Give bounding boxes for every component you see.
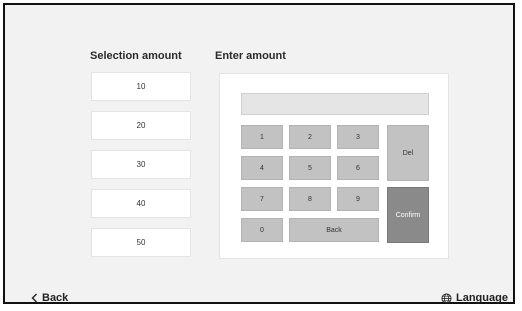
key-8[interactable]: 8 <box>289 187 331 211</box>
key-del[interactable]: Del <box>387 125 429 181</box>
key-1[interactable]: 1 <box>241 125 283 149</box>
key-3[interactable]: 3 <box>337 125 379 149</box>
key-9[interactable]: 9 <box>337 187 379 211</box>
amount-button-40[interactable]: 40 <box>91 189 191 218</box>
amount-button-10[interactable]: 10 <box>91 72 191 101</box>
key-5[interactable]: 5 <box>289 156 331 180</box>
key-back[interactable]: Back <box>289 218 379 242</box>
amount-button-50[interactable]: 50 <box>91 228 191 257</box>
language-button[interactable]: Language <box>441 292 508 304</box>
key-confirm[interactable]: Confirm <box>387 187 429 243</box>
amount-button-30[interactable]: 30 <box>91 150 191 179</box>
chevron-left-icon <box>31 293 38 303</box>
key-6[interactable]: 6 <box>337 156 379 180</box>
key-2[interactable]: 2 <box>289 125 331 149</box>
amount-display[interactable] <box>241 93 429 115</box>
globe-icon <box>441 292 452 304</box>
app-screen: Selection amount Enter amount 10 20 30 4… <box>3 3 515 304</box>
amount-button-20[interactable]: 20 <box>91 111 191 140</box>
key-4[interactable]: 4 <box>241 156 283 180</box>
back-label: Back <box>42 292 69 304</box>
key-0[interactable]: 0 <box>241 218 283 242</box>
key-7[interactable]: 7 <box>241 187 283 211</box>
enter-amount-title: Enter amount <box>215 50 286 62</box>
back-button[interactable]: Back <box>31 292 68 304</box>
language-label: Language <box>456 292 508 304</box>
selection-amount-title: Selection amount <box>90 50 182 62</box>
